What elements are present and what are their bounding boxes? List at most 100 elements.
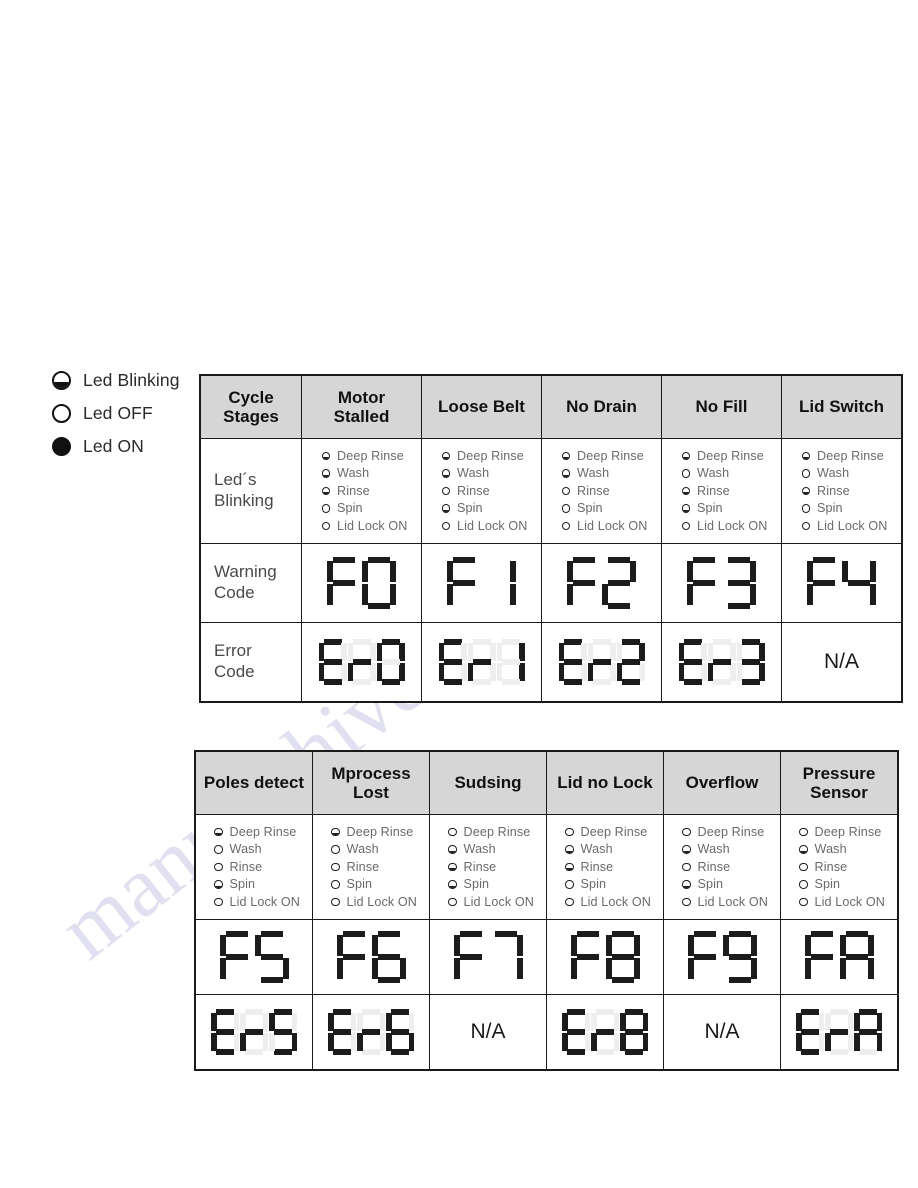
led-stage-label: Spin	[697, 877, 724, 892]
segment-c	[633, 958, 640, 979]
seven-segment-digit	[357, 1009, 385, 1055]
led-blink-icon	[321, 469, 331, 478]
seven-segment-digit	[796, 1009, 824, 1055]
led-stage-label: Deep Rinse	[580, 824, 648, 839]
header-line-2: Stalled	[333, 407, 390, 426]
segment-g	[352, 659, 371, 665]
segment-a	[563, 639, 582, 645]
led-stage-label: Rinse	[463, 859, 497, 874]
led-stage-label: Wash	[814, 842, 847, 857]
segment-d	[443, 679, 462, 685]
led-stage-row: Wash	[331, 841, 417, 859]
table-1-error-row: Error Code N/A	[199, 622, 903, 703]
segment-d	[488, 603, 510, 609]
error-code-Er3	[661, 622, 782, 703]
led-stage-list: Deep Rinse Wash Rinse Spin Lid Lock ON	[436, 447, 528, 535]
led-off-icon	[448, 897, 457, 906]
segment-e	[327, 584, 333, 605]
segment-c	[408, 1033, 414, 1051]
header-line-1: Poles detect	[203, 773, 305, 793]
led-stage-row: Lid Lock ON	[682, 893, 768, 911]
segment-g	[592, 659, 611, 665]
led-off-icon	[561, 486, 571, 495]
segment-f	[371, 935, 378, 956]
led-off-icon	[441, 521, 451, 530]
header-pressure-sensor: Pressure Sensor	[780, 750, 899, 815]
segment-g	[693, 954, 716, 960]
error-code-NA-text: N/A	[470, 1020, 506, 1043]
segment-b	[759, 643, 765, 661]
segment-a	[728, 557, 750, 563]
segment-c	[262, 1033, 268, 1051]
segment-e	[796, 1033, 802, 1051]
led-blink-icon	[331, 827, 340, 836]
seven-segment-digit	[605, 931, 640, 983]
segment-g	[576, 954, 599, 960]
led-stage-row: Deep Rinse	[799, 823, 885, 841]
segment-b	[701, 643, 707, 661]
segment-g	[859, 1029, 877, 1035]
segment-e	[620, 1033, 626, 1051]
header-line-1: Motor	[337, 387, 386, 407]
segment-c	[390, 584, 396, 605]
legend-item-label: Led ON	[83, 435, 144, 456]
error-code-Er6	[312, 994, 430, 1071]
segment-a	[608, 557, 630, 563]
warning-code-F1	[421, 543, 542, 623]
led-stage-label: Spin	[346, 877, 373, 892]
led-stage-label: Wash	[229, 842, 262, 857]
warning-code-F0-display	[302, 544, 421, 622]
segment-d	[453, 603, 475, 609]
segment-f	[839, 935, 846, 956]
led-stage-row: Rinse	[561, 482, 648, 500]
segment-e	[722, 584, 728, 605]
led-stage-row: Lid Lock ON	[331, 893, 417, 911]
seven-segment-digit	[825, 1009, 853, 1055]
segment-e	[558, 663, 564, 681]
segment-b	[291, 1013, 297, 1031]
led-stage-row: Lid Lock ON	[321, 517, 408, 535]
header-line-2: Lost	[353, 783, 389, 802]
segment-e	[825, 1033, 831, 1051]
led-stage-label: Lid Lock ON	[229, 894, 300, 909]
led-stage-label: Rinse	[346, 859, 380, 874]
segment-a	[443, 639, 462, 645]
warning-code-F5	[194, 919, 313, 995]
error-code-Er8	[546, 994, 664, 1071]
led-off-icon	[565, 897, 574, 906]
segment-a	[225, 931, 248, 937]
led-stage-label: Deep Rinse	[457, 448, 524, 463]
header-cycle-stages: Cycle Stages	[199, 374, 302, 439]
seven-segment-digit	[254, 931, 289, 983]
table-1-header-row: Cycle Stages Motor Stalled Loose Belt No Drai…	[199, 374, 903, 439]
seven-segment-digit	[386, 1009, 414, 1055]
segment-b	[581, 643, 587, 661]
seven-segment-digit	[371, 931, 406, 983]
segment-f	[327, 561, 333, 582]
segment-b	[595, 561, 601, 582]
segment-b	[584, 1013, 590, 1031]
segment-e	[736, 663, 742, 681]
segment-b	[715, 561, 721, 582]
segment-c	[291, 1033, 297, 1051]
segment-a	[245, 1009, 263, 1015]
led-stage-row: Spin	[441, 500, 528, 518]
led-stage-row: Spin	[799, 876, 885, 894]
segment-g	[845, 954, 868, 960]
led-stage-label: Wash	[697, 842, 730, 857]
seven-segment-digit	[562, 1009, 590, 1055]
segment-e	[482, 584, 488, 605]
segment-b	[490, 643, 496, 661]
led-stage-label: Rinse	[580, 859, 614, 874]
led-off-icon	[331, 880, 340, 889]
led-stage-row: Wash	[681, 465, 768, 483]
segment-c	[399, 958, 406, 979]
segment-b	[818, 1013, 824, 1031]
segment-e	[587, 663, 593, 681]
segment-a	[728, 931, 751, 937]
led-stage-label: Wash	[697, 466, 730, 481]
led-states-cell: Deep Rinse Wash Rinse Spin Lid Lock ON	[421, 438, 542, 544]
led-stage-list: Deep Rinse Wash Rinse Spin Lid Lock ON	[793, 823, 885, 911]
led-stage-row: Deep Rinse	[448, 823, 534, 841]
segment-b	[642, 1013, 648, 1031]
